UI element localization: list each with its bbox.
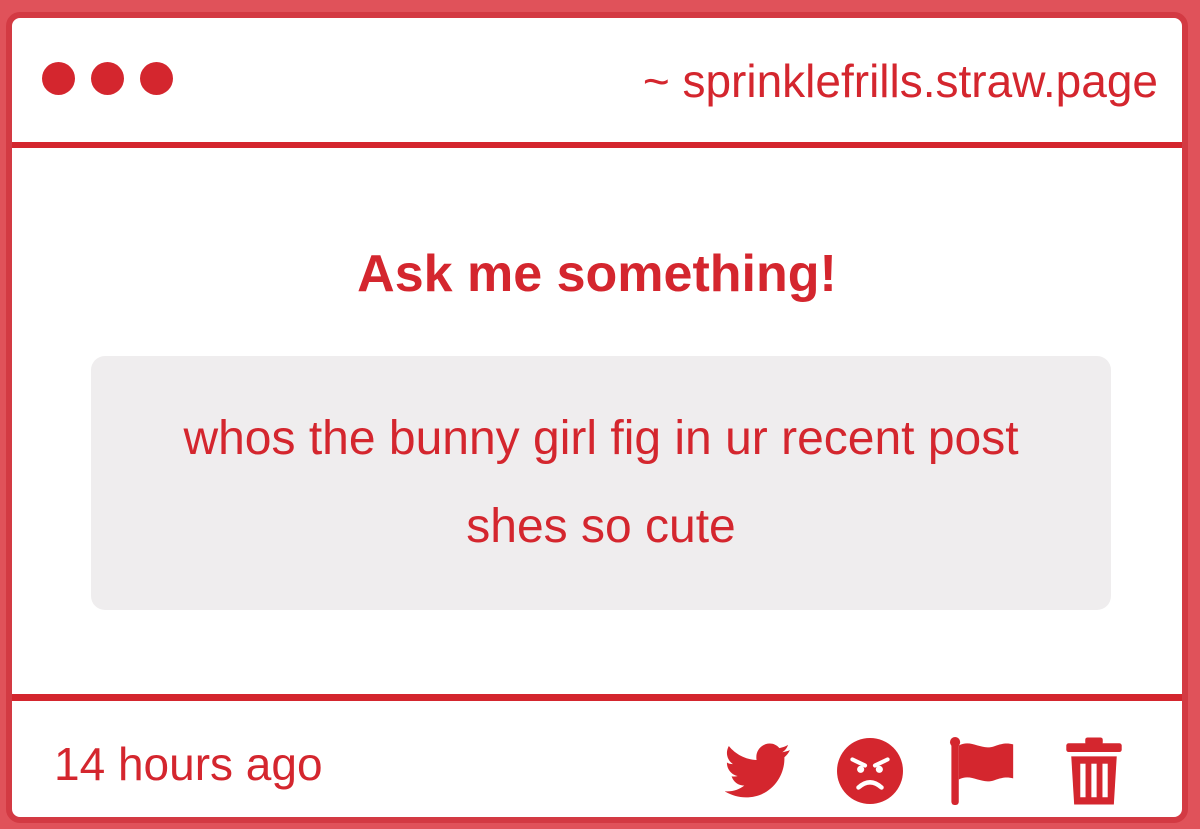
twitter-icon <box>725 743 790 798</box>
report-button[interactable] <box>946 735 1018 807</box>
window-dot <box>91 62 124 95</box>
site-url[interactable]: ~ sprinklefrills.straw.page <box>643 54 1158 108</box>
share-twitter-button[interactable] <box>722 735 794 807</box>
question-box: whos the bunny girl fig in ur recent pos… <box>91 356 1111 610</box>
page-title: Ask me something! <box>357 245 837 303</box>
flag-icon <box>949 737 1014 805</box>
delete-button[interactable] <box>1058 735 1130 807</box>
timestamp: 14 hours ago <box>54 738 323 790</box>
window-dot <box>42 62 75 95</box>
main-content: Ask me something! whos the bunny girl fi… <box>12 148 1182 694</box>
window-dot <box>140 62 173 95</box>
ask-card: ~ sprinklefrills.straw.page Ask me somet… <box>6 12 1188 823</box>
angry-face-icon <box>837 738 903 804</box>
block-button[interactable] <box>834 735 906 807</box>
trash-icon <box>1066 737 1122 805</box>
window-titlebar: ~ sprinklefrills.straw.page <box>12 18 1182 148</box>
card-footer: 14 hours ago <box>12 694 1182 817</box>
window-dots <box>42 62 173 95</box>
question-text: whos the bunny girl fig in ur recent pos… <box>183 412 1019 553</box>
action-bar <box>722 735 1130 807</box>
